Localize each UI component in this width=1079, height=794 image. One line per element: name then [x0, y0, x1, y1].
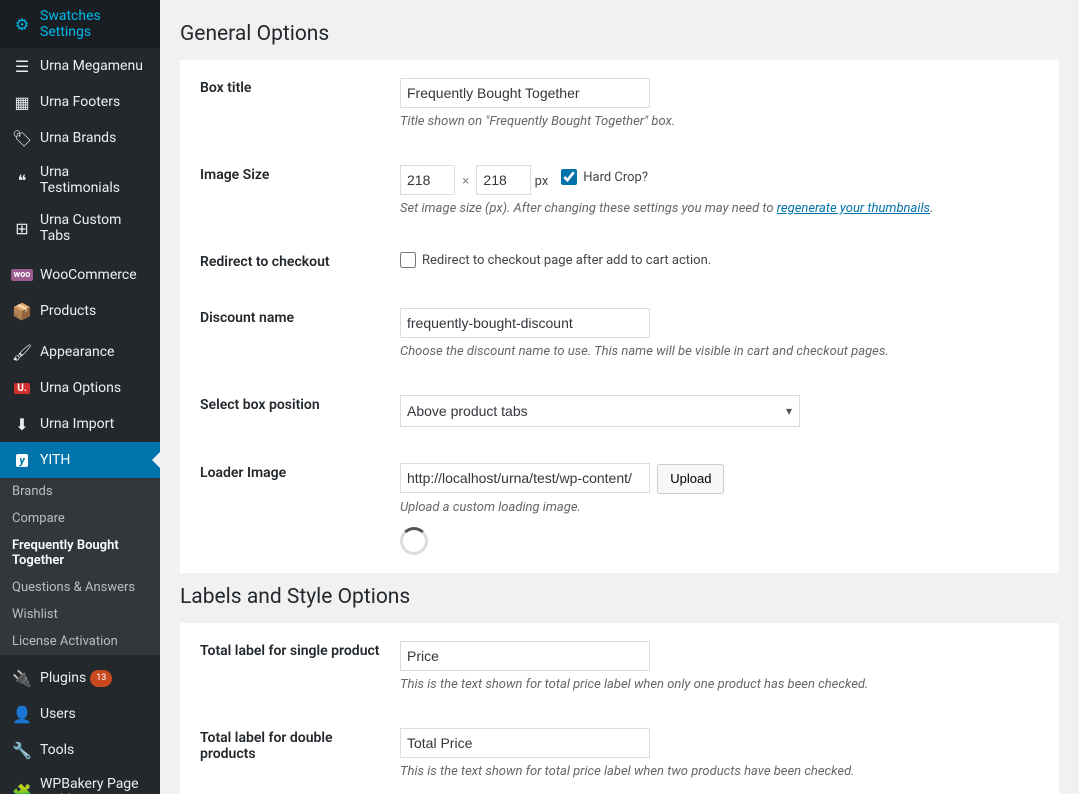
grid-icon: ⊞: [12, 218, 32, 238]
regenerate-link[interactable]: regenerate your thumbnails: [777, 201, 930, 216]
download-icon: ⬇: [12, 414, 32, 434]
tag-icon: 🏷: [12, 128, 32, 148]
main-content: General Options Box title Title shown on…: [160, 0, 1079, 794]
sidebar-item-footers[interactable]: ▦Urna Footers: [0, 84, 160, 120]
submenu-questions[interactable]: Questions & Answers: [0, 574, 160, 601]
dimension-separator: ×: [462, 174, 469, 189]
sidebar-item-appearance[interactable]: 🖌Appearance: [0, 334, 160, 370]
sidebar-item-urna-options[interactable]: U.Urna Options: [0, 370, 160, 406]
redirect-label: Redirect to checkout: [180, 234, 400, 290]
sidebar-item-products[interactable]: 📦Products: [0, 293, 160, 329]
submenu-wishlist[interactable]: Wishlist: [0, 601, 160, 628]
image-size-desc: Set image size (px). After changing thes…: [400, 201, 1039, 216]
plug-icon: 🔌: [12, 668, 32, 688]
list-icon: ☰: [12, 56, 32, 76]
layout-icon: ▦: [12, 92, 32, 112]
submenu-brands[interactable]: Brands: [0, 478, 160, 505]
labels-options-table: Total label for single product This is t…: [180, 623, 1059, 794]
urna-icon: U.: [12, 378, 32, 398]
px-label: px: [535, 174, 549, 189]
sidebar-item-woocommerce[interactable]: wooWooCommerce: [0, 257, 160, 293]
admin-sidebar: ⚙Swatches Settings ☰Urna Megamenu ▦Urna …: [0, 0, 160, 794]
double-desc: This is the text shown for total price l…: [400, 764, 1039, 779]
single-desc: This is the text shown for total price l…: [400, 677, 1039, 692]
archive-icon: 📦: [12, 301, 32, 321]
quote-icon: ❝: [12, 170, 32, 190]
gear-icon: ⚙: [12, 14, 32, 34]
redirect-checkbox[interactable]: [400, 252, 416, 268]
sidebar-item-plugins[interactable]: 🔌Plugins13: [0, 660, 160, 696]
submenu-compare[interactable]: Compare: [0, 505, 160, 532]
submenu-frequently-bought[interactable]: Frequently Bought Together: [0, 532, 160, 574]
section-general-title: General Options: [180, 22, 1059, 46]
brush-icon: 🖌: [12, 342, 32, 362]
sidebar-item-swatches[interactable]: ⚙Swatches Settings: [0, 0, 160, 48]
image-size-label: Image Size: [180, 147, 400, 234]
image-width-input[interactable]: [400, 165, 455, 195]
users-icon: 👤: [12, 704, 32, 724]
loading-spinner-icon: [400, 527, 428, 555]
box-title-desc: Title shown on "Frequently Bought Togeth…: [400, 114, 1039, 129]
sidebar-item-urna-import[interactable]: ⬇Urna Import: [0, 406, 160, 442]
sidebar-item-megamenu[interactable]: ☰Urna Megamenu: [0, 48, 160, 84]
single-input[interactable]: [400, 641, 650, 671]
hardcrop-wrapper[interactable]: Hard Crop?: [561, 169, 648, 185]
image-height-input[interactable]: [476, 165, 531, 195]
sidebar-item-brands[interactable]: 🏷Urna Brands: [0, 120, 160, 156]
woo-icon: woo: [12, 265, 32, 285]
wrench-icon: 🔧: [12, 740, 32, 760]
discount-desc: Choose the discount name to use. This na…: [400, 344, 1039, 359]
position-label: Select box position: [180, 377, 400, 445]
hardcrop-checkbox[interactable]: [561, 169, 577, 185]
loader-label: Loader Image: [180, 445, 400, 573]
submenu-license[interactable]: License Activation: [0, 628, 160, 655]
discount-label: Discount name: [180, 290, 400, 377]
sidebar-item-yith[interactable]: yYITH: [0, 442, 160, 478]
redirect-wrapper[interactable]: Redirect to checkout page after add to c…: [400, 252, 711, 268]
double-label: Total label for double products: [180, 710, 400, 794]
sidebar-item-tools[interactable]: 🔧Tools: [0, 732, 160, 768]
loader-desc: Upload a custom loading image.: [400, 500, 1039, 515]
discount-input[interactable]: [400, 308, 650, 338]
double-input[interactable]: [400, 728, 650, 758]
section-labels-title: Labels and Style Options: [180, 585, 1059, 609]
box-title-label: Box title: [180, 60, 400, 147]
upload-button[interactable]: Upload: [657, 464, 724, 494]
position-select[interactable]: Above product tabs: [400, 395, 800, 427]
sidebar-item-users[interactable]: 👤Users: [0, 696, 160, 732]
yith-icon: y: [12, 450, 32, 470]
sidebar-item-wpbakery[interactable]: 🧩WPBakery Page Builder: [0, 768, 160, 794]
single-label: Total label for single product: [180, 623, 400, 710]
plugins-badge: 13: [90, 670, 112, 687]
loader-input[interactable]: [400, 463, 650, 493]
wpbakery-icon: 🧩: [12, 782, 32, 794]
sidebar-item-testimonials[interactable]: ❝Urna Testimonials: [0, 156, 160, 204]
sidebar-item-custom-tabs[interactable]: ⊞Urna Custom Tabs: [0, 204, 160, 252]
general-options-table: Box title Title shown on "Frequently Bou…: [180, 60, 1059, 573]
box-title-input[interactable]: [400, 78, 650, 108]
